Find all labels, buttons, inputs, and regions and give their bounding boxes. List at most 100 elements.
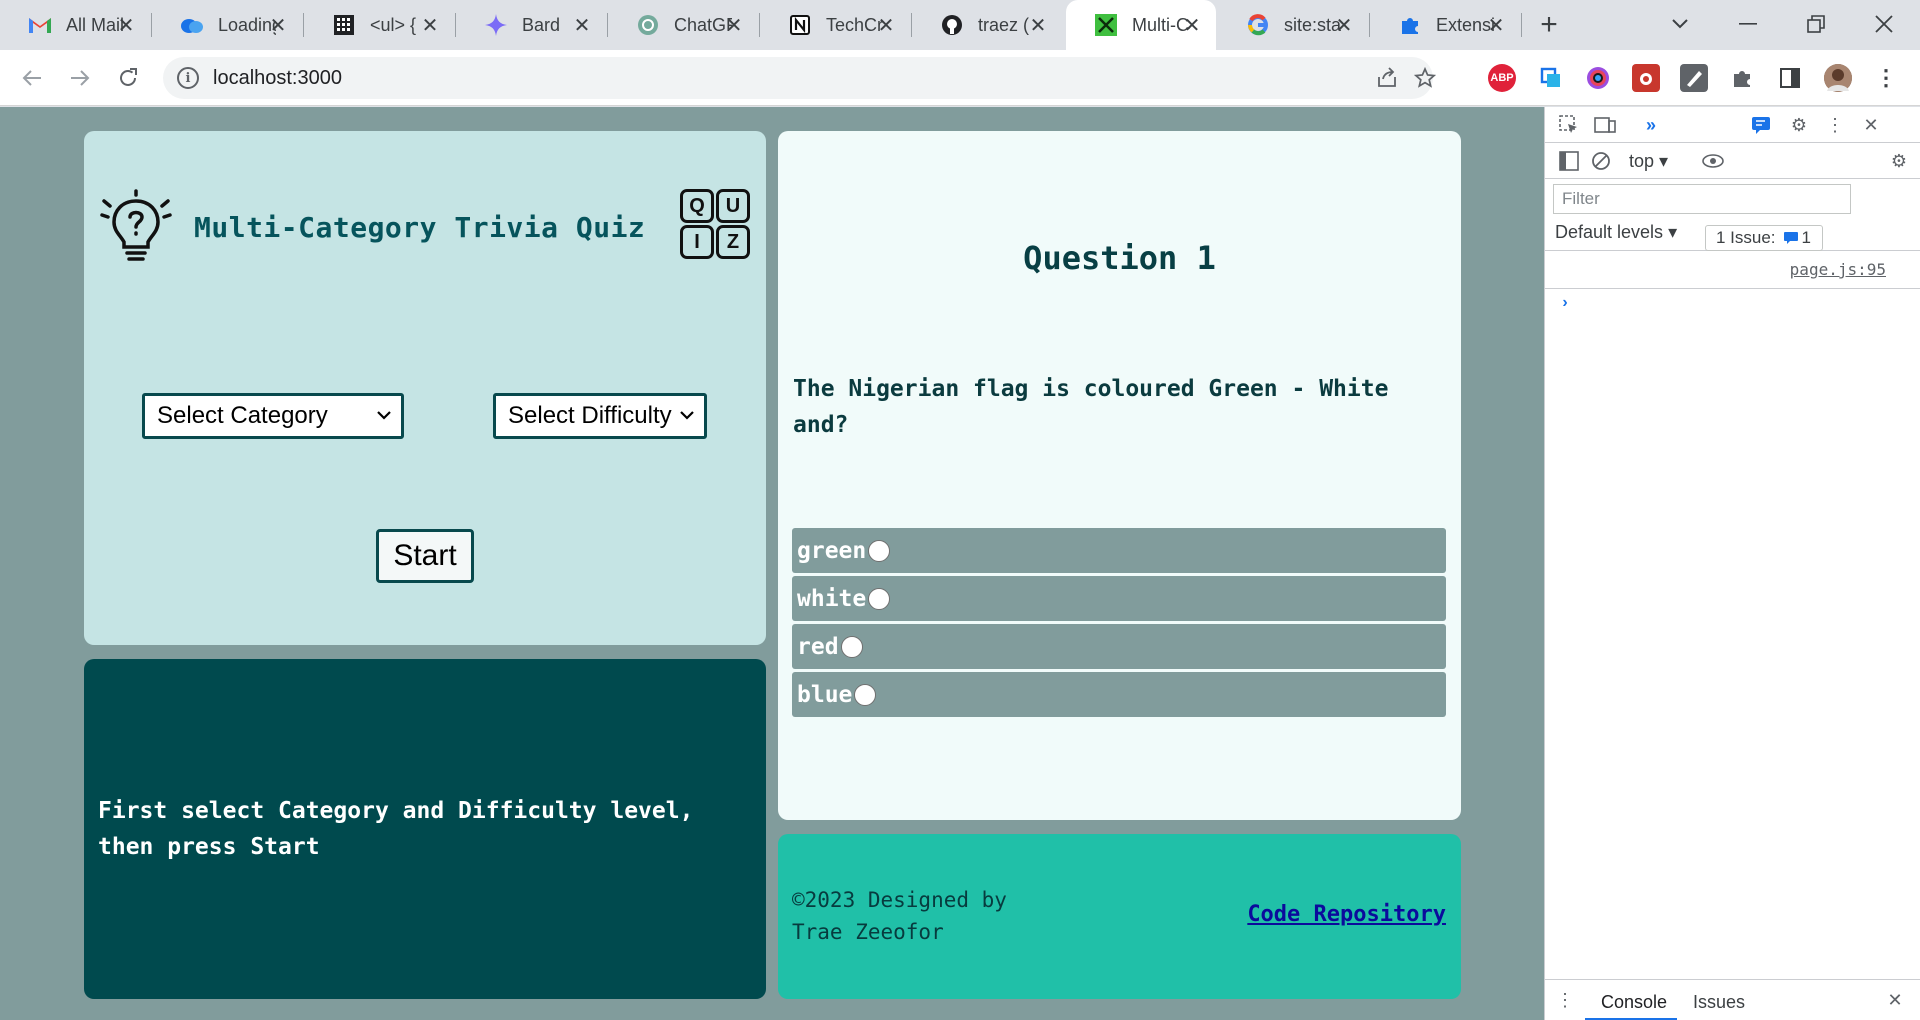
issues-label: 1 Issue: bbox=[1716, 228, 1776, 247]
pen-extension-icon[interactable] bbox=[1680, 64, 1708, 92]
grid-icon bbox=[332, 13, 356, 37]
close-tab-icon[interactable]: ✕ bbox=[114, 13, 138, 37]
address-bar[interactable]: i localhost:3000 bbox=[163, 57, 1436, 99]
tab-multi-category-active[interactable]: Multi-Category ✕ bbox=[1066, 0, 1216, 50]
quiz-badge-letter: U bbox=[716, 189, 750, 223]
profile-avatar[interactable] bbox=[1824, 64, 1852, 92]
bookmark-star-icon[interactable] bbox=[1413, 66, 1437, 90]
browser-toolbar: i localhost:3000 ABP ⋮ bbox=[0, 50, 1920, 106]
source-link[interactable]: page.js:95 bbox=[1790, 260, 1886, 279]
tab-console[interactable]: Console bbox=[1601, 992, 1667, 1013]
adblock-extension-icon[interactable]: ABP bbox=[1488, 64, 1516, 92]
page-viewport: Multi-Category Trivia Quiz Q U I Z Selec… bbox=[0, 107, 1544, 1020]
tab-github[interactable]: traez ( ✕ bbox=[912, 0, 1062, 50]
back-arrow-icon[interactable] bbox=[16, 62, 48, 94]
footer-credit: ©2023 Designed by Trae Zeeofor bbox=[792, 884, 1007, 948]
close-tab-icon[interactable]: ✕ bbox=[874, 13, 898, 37]
answer-radio[interactable] bbox=[854, 683, 877, 706]
difficulty-select[interactable]: Select Difficulty bbox=[493, 393, 707, 439]
reload-icon[interactable] bbox=[112, 62, 144, 94]
quiz-badge-letter: Z bbox=[716, 225, 750, 259]
site-info-icon[interactable]: i bbox=[177, 67, 199, 89]
share-icon[interactable] bbox=[1375, 66, 1399, 90]
chevron-down-icon bbox=[680, 411, 694, 420]
tab-bard[interactable]: Bard ✕ bbox=[456, 0, 606, 50]
tab-extensions[interactable]: Extensions ✕ bbox=[1370, 0, 1520, 50]
devtools-menu-icon[interactable]: ⋮ bbox=[1821, 111, 1849, 139]
category-select-value: Select Category bbox=[157, 402, 328, 429]
extensions-puzzle-icon[interactable] bbox=[1728, 64, 1756, 92]
close-tab-icon[interactable]: ✕ bbox=[570, 13, 594, 37]
forward-arrow-icon[interactable] bbox=[64, 62, 96, 94]
copy-extension-icon[interactable] bbox=[1537, 64, 1565, 92]
tab-issues[interactable]: Issues bbox=[1693, 992, 1745, 1013]
console-filter-input[interactable]: Filter bbox=[1553, 184, 1851, 214]
clear-console-icon[interactable] bbox=[1587, 147, 1615, 175]
minimize-icon[interactable] bbox=[1728, 8, 1768, 40]
start-button[interactable]: Start bbox=[376, 529, 474, 583]
context-selector[interactable]: top ▾ bbox=[1629, 151, 1668, 172]
answer-option[interactable]: blue bbox=[792, 672, 1446, 717]
code-repository-link[interactable]: Code Repository bbox=[1247, 902, 1446, 927]
sparkle-icon bbox=[484, 13, 508, 37]
console-settings-gear-icon[interactable]: ⚙ bbox=[1885, 147, 1913, 175]
close-drawer-icon[interactable]: ✕ bbox=[1881, 986, 1909, 1014]
inspect-element-icon[interactable] bbox=[1555, 111, 1583, 139]
close-tab-icon[interactable]: ✕ bbox=[1026, 13, 1050, 37]
tab-techcrunch[interactable]: TechCrunch ✕ bbox=[760, 0, 910, 50]
url-text[interactable]: localhost:3000 bbox=[213, 67, 342, 90]
answer-option[interactable]: white bbox=[792, 576, 1446, 621]
bug-extension-icon[interactable] bbox=[1632, 64, 1660, 92]
issues-count: 1 bbox=[1801, 228, 1812, 247]
drawer-menu-icon[interactable]: ⋮ bbox=[1551, 986, 1579, 1014]
feedback-icon[interactable] bbox=[1747, 111, 1775, 139]
close-devtools-icon[interactable]: ✕ bbox=[1857, 111, 1885, 139]
close-tab-icon[interactable]: ✕ bbox=[1180, 13, 1204, 37]
close-tab-icon[interactable]: ✕ bbox=[418, 13, 442, 37]
tab-gmail[interactable]: All Mail ✕ bbox=[0, 0, 150, 50]
answer-option-label: green bbox=[797, 537, 867, 564]
message-card: First select Category and Difficulty lev… bbox=[84, 659, 766, 999]
sidebar-toggle-icon[interactable] bbox=[1555, 147, 1583, 175]
filter-placeholder: Filter bbox=[1562, 189, 1600, 208]
tab-chatgpt[interactable]: ChatGPT ✕ bbox=[608, 0, 758, 50]
close-tab-icon[interactable]: ✕ bbox=[266, 13, 290, 37]
quiz-badge-logo: Q U I Z bbox=[680, 189, 752, 261]
close-tab-icon[interactable]: ✕ bbox=[1484, 13, 1508, 37]
puzzle-icon bbox=[1398, 13, 1422, 37]
tab-ul[interactable]: <ul> { ✕ bbox=[304, 0, 454, 50]
log-levels-dropdown[interactable]: Default levels ▾ bbox=[1555, 222, 1677, 243]
console-prompt-chevron-icon[interactable]: › bbox=[1551, 289, 1579, 317]
chevron-down-icon bbox=[377, 411, 391, 420]
tab-google[interactable]: site:sta ✕ bbox=[1218, 0, 1368, 50]
new-tab-plus-icon[interactable]: + bbox=[1534, 8, 1564, 41]
app-title: Multi-Category Trivia Quiz bbox=[194, 211, 646, 244]
browser-menu-icon[interactable]: ⋮ bbox=[1872, 64, 1900, 92]
answer-option-label: red bbox=[797, 633, 839, 660]
close-tab-icon[interactable]: ✕ bbox=[722, 13, 746, 37]
more-panels-chevron-icon[interactable]: » bbox=[1637, 111, 1665, 139]
close-window-icon[interactable] bbox=[1864, 8, 1904, 40]
issues-badge[interactable]: 1 Issue: 1 bbox=[1705, 225, 1823, 251]
tab-loading[interactable]: Loading ✕ bbox=[152, 0, 302, 50]
tab-search-chevron-icon[interactable] bbox=[1660, 8, 1700, 40]
question-card: Question 1 The Nigerian flag is coloured… bbox=[778, 131, 1461, 820]
quiz-favicon-icon bbox=[1094, 13, 1118, 37]
answer-radio[interactable] bbox=[840, 635, 863, 658]
answer-radio[interactable] bbox=[868, 587, 891, 610]
tab-strip: All Mail ✕ Loading ✕ <ul> { ✕ Bard ✕ Cha… bbox=[0, 0, 1920, 50]
answer-option[interactable]: green bbox=[792, 528, 1446, 573]
lightbulb-question-icon bbox=[100, 189, 172, 261]
answer-radio[interactable] bbox=[868, 539, 891, 562]
color-picker-extension-icon[interactable] bbox=[1584, 64, 1612, 92]
google-icon bbox=[1246, 13, 1270, 37]
side-panel-icon[interactable] bbox=[1776, 64, 1804, 92]
settings-gear-icon[interactable]: ⚙ bbox=[1785, 111, 1813, 139]
live-expression-eye-icon[interactable] bbox=[1699, 147, 1727, 175]
console-filter-row: Filter bbox=[1545, 179, 1920, 215]
answer-option[interactable]: red bbox=[792, 624, 1446, 669]
close-tab-icon[interactable]: ✕ bbox=[1332, 13, 1356, 37]
device-toolbar-icon[interactable] bbox=[1591, 111, 1619, 139]
category-select[interactable]: Select Category bbox=[142, 393, 404, 439]
restore-icon[interactable] bbox=[1796, 8, 1836, 40]
